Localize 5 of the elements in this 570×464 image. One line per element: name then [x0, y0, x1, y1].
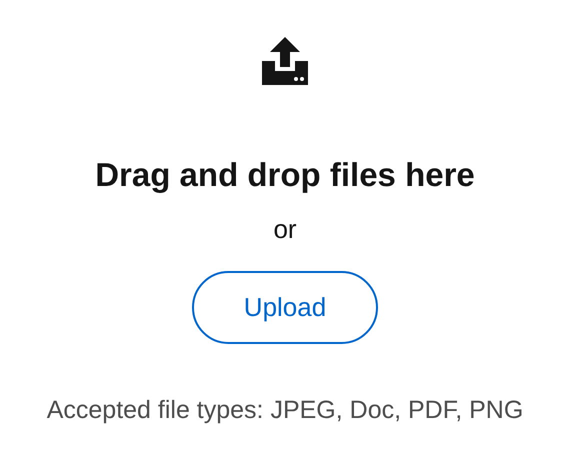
- title: Drag and drop files here: [95, 155, 475, 195]
- helper-text: Accepted file types: JPEG, Doc, PDF, PNG: [46, 394, 524, 426]
- upload-icon: [260, 37, 310, 85]
- upload-button[interactable]: Upload: [192, 270, 378, 344]
- separator-text: or: [273, 213, 297, 246]
